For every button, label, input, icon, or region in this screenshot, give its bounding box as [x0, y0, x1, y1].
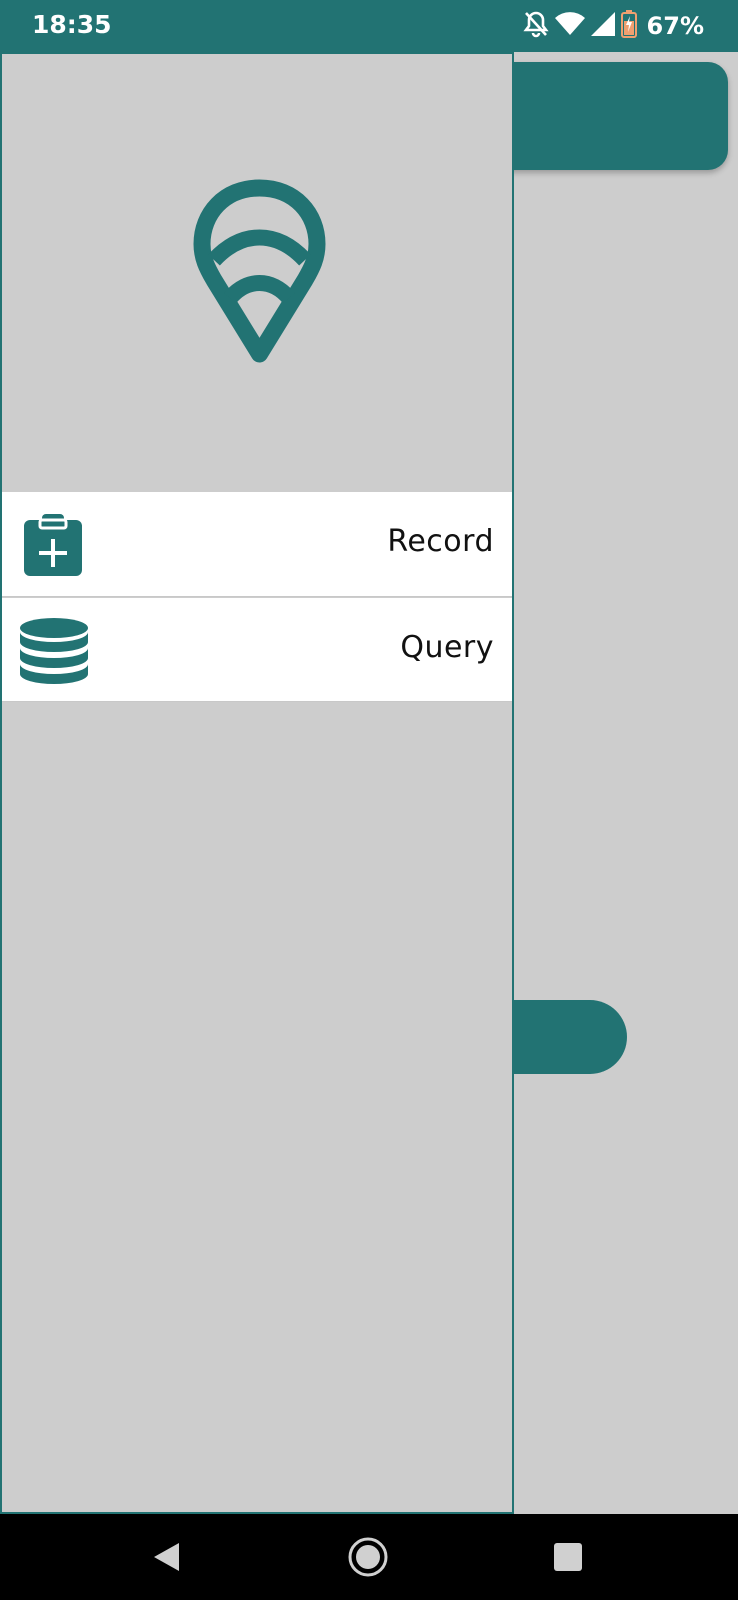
battery-percent: 67% [646, 12, 704, 40]
navigation-bar [0, 1514, 738, 1600]
menu-item-record[interactable]: Record [2, 492, 512, 597]
cell-signal-icon [590, 12, 615, 40]
wifi-icon [554, 12, 585, 40]
navigation-drawer: Record Query [0, 52, 514, 1514]
back-icon[interactable] [141, 1532, 191, 1582]
notifications-off-icon [522, 10, 549, 42]
status-time: 18:35 [32, 10, 112, 39]
menu-item-query[interactable]: Query [2, 598, 512, 702]
recents-icon[interactable] [543, 1532, 593, 1582]
clipboard-add-icon [24, 514, 82, 580]
home-icon[interactable] [343, 1532, 393, 1582]
database-icon [20, 618, 88, 688]
drawer-header [2, 54, 512, 492]
menu-label-query: Query [400, 630, 494, 665]
menu-label-record: Record [387, 524, 494, 559]
status-bar: 18:35 67% [0, 0, 738, 52]
battery-icon [620, 10, 637, 42]
location-pin-wifi-icon [192, 178, 327, 368]
status-icons: 67% [522, 10, 704, 42]
